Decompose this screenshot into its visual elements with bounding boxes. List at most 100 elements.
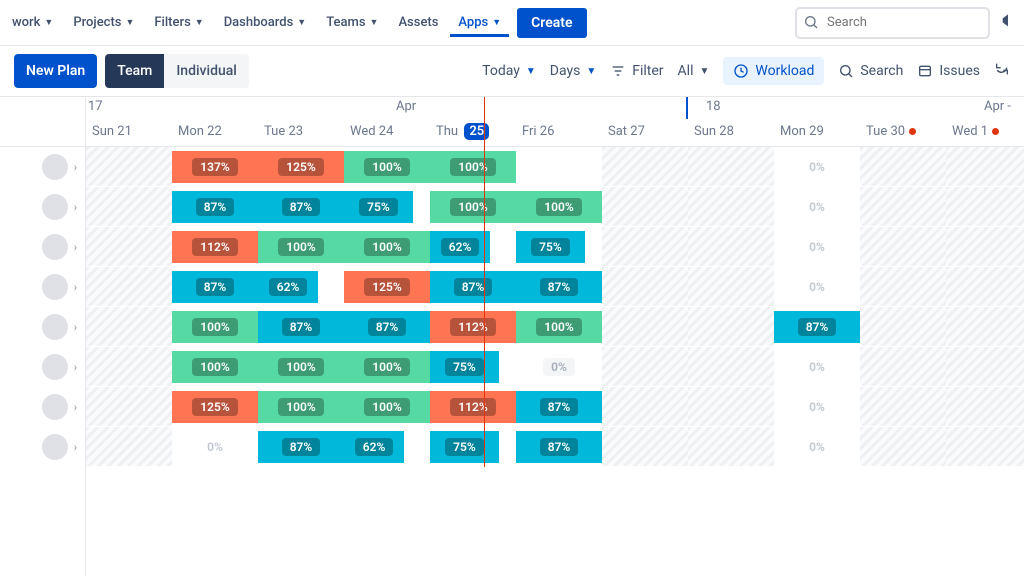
workload-cell[interactable]: 125% (344, 271, 430, 303)
resource-row[interactable]: › (0, 307, 85, 347)
nav-work[interactable]: work▼ (4, 9, 61, 36)
workload-cell[interactable]: 87% (172, 191, 258, 223)
individual-mode-button[interactable]: Individual (164, 54, 249, 88)
nav-filters[interactable]: Filters▼ (146, 9, 211, 36)
workload-cell[interactable]: 100% (430, 191, 516, 223)
workload-cell[interactable]: 0% (774, 431, 860, 463)
workload-cell[interactable]: 100% (172, 351, 258, 383)
new-plan-button[interactable]: New Plan (14, 54, 97, 88)
workload-cell[interactable]: 100% (516, 191, 602, 223)
resource-row[interactable]: › (0, 267, 85, 307)
issues-button[interactable]: Issues (917, 63, 980, 79)
workload-value: 87% (540, 438, 579, 456)
workload-cell[interactable]: 100% (258, 351, 344, 383)
notifications-icon[interactable] (1000, 13, 1016, 33)
chevron-right-icon: › (74, 441, 77, 454)
resource-row[interactable]: › (0, 227, 85, 267)
team-mode-button[interactable]: Team (105, 54, 164, 88)
nav-apps[interactable]: Apps▼ (450, 9, 509, 36)
workload-cell[interactable]: 87% (344, 311, 430, 343)
workload-cell[interactable]: 100% (430, 151, 516, 183)
resource-row[interactable]: › (0, 187, 85, 227)
today-label: Today (482, 63, 520, 79)
avatar (42, 434, 68, 460)
workload-cell[interactable]: 0% (774, 351, 860, 383)
workload-cell[interactable]: 87% (516, 271, 602, 303)
workload-cell[interactable]: 137% (172, 151, 258, 183)
chevron-down-icon: ▼ (526, 66, 536, 77)
workload-value: 87% (540, 398, 579, 416)
workload-cell[interactable]: 75% (430, 351, 499, 383)
week-label: Apr - (984, 99, 1011, 114)
workload-cell[interactable]: 100% (516, 311, 602, 343)
workload-cell[interactable]: 100% (344, 231, 430, 263)
workload-cell[interactable]: 112% (430, 391, 516, 423)
top-nav: work▼Projects▼Filters▼Dashboards▼Teams▼A… (0, 0, 1024, 46)
filter-button[interactable]: Filter (610, 63, 663, 79)
workload-value: 87% (454, 278, 493, 296)
resource-row[interactable]: › (0, 387, 85, 427)
workload-cell[interactable]: 75% (516, 231, 585, 263)
avatar (42, 154, 68, 180)
granularity-dropdown[interactable]: Days ▼ (550, 63, 596, 79)
today-dropdown[interactable]: Today ▼ (482, 63, 536, 79)
resource-row[interactable]: › (0, 427, 85, 467)
workload-cell[interactable]: 0% (172, 431, 258, 463)
search-input[interactable] (795, 7, 990, 39)
workload-row: 112%100%100%62%75%0% (86, 227, 1024, 267)
workload-cell[interactable]: 0% (774, 391, 860, 423)
workload-cell[interactable]: 100% (258, 391, 344, 423)
avatar (42, 194, 68, 220)
avatar (42, 354, 68, 380)
nav-assets[interactable]: Assets (390, 9, 446, 36)
workload-value: 100% (536, 318, 581, 336)
workload-cell[interactable]: 87% (774, 311, 860, 343)
workload-cell[interactable]: 87% (430, 271, 516, 303)
workload-value: 75% (359, 198, 398, 216)
workload-button[interactable]: Workload (723, 57, 824, 85)
workload-cell[interactable]: 0% (774, 231, 860, 263)
workload-cell[interactable]: 62% (258, 271, 318, 303)
create-button[interactable]: Create (517, 8, 586, 38)
workload-cell[interactable]: 87% (516, 391, 602, 423)
workload-cell[interactable]: 0% (774, 191, 860, 223)
avatar (42, 274, 68, 300)
all-dropdown[interactable]: All ▼ (678, 63, 710, 79)
workload-cell[interactable]: 100% (172, 311, 258, 343)
workload-cell[interactable]: 62% (344, 431, 404, 463)
nav-dashboards[interactable]: Dashboards▼ (216, 9, 315, 36)
workload-cell[interactable]: 112% (430, 311, 516, 343)
workload-cell[interactable]: 125% (172, 391, 258, 423)
workload-cell[interactable]: 0% (516, 351, 602, 383)
workload-value: 100% (278, 358, 323, 376)
workload-cell[interactable]: 0% (774, 271, 860, 303)
chevron-right-icon: › (74, 361, 77, 374)
workload-cell[interactable]: 0% (774, 151, 860, 183)
workload-cell[interactable]: 100% (258, 231, 344, 263)
workload-cell[interactable]: 87% (258, 191, 344, 223)
workload-value: 125% (278, 158, 323, 176)
workload-value: 137% (192, 158, 237, 176)
workload-cell[interactable]: 100% (344, 151, 430, 183)
resource-row[interactable]: › (0, 147, 85, 187)
refresh-icon[interactable] (994, 61, 1010, 81)
timeline-grid: 17Apr18Apr - Sun 21Mon 22Tue 23Wed 24Thu… (86, 97, 1024, 576)
resource-row[interactable]: › (0, 347, 85, 387)
workload-cell[interactable]: 87% (516, 431, 602, 463)
workload-cell[interactable]: 62% (430, 231, 490, 263)
nav-teams[interactable]: Teams▼ (318, 9, 386, 36)
workload-cell[interactable]: 125% (258, 151, 344, 183)
workload-cell[interactable]: 87% (258, 431, 344, 463)
workload-cell[interactable]: 112% (172, 231, 258, 263)
chevron-down-icon: ▼ (195, 17, 204, 28)
workload-cell[interactable]: 75% (344, 191, 413, 223)
workload-cell[interactable]: 87% (258, 311, 344, 343)
workload-cell[interactable]: 100% (344, 351, 430, 383)
workload-cell[interactable]: 100% (344, 391, 430, 423)
nav-projects[interactable]: Projects▼ (65, 9, 142, 36)
workload-cell[interactable]: 75% (430, 431, 499, 463)
workload-value: 87% (196, 198, 235, 216)
search-button[interactable]: Search (838, 63, 903, 79)
avatar (42, 394, 68, 420)
workload-cell[interactable]: 87% (172, 271, 258, 303)
